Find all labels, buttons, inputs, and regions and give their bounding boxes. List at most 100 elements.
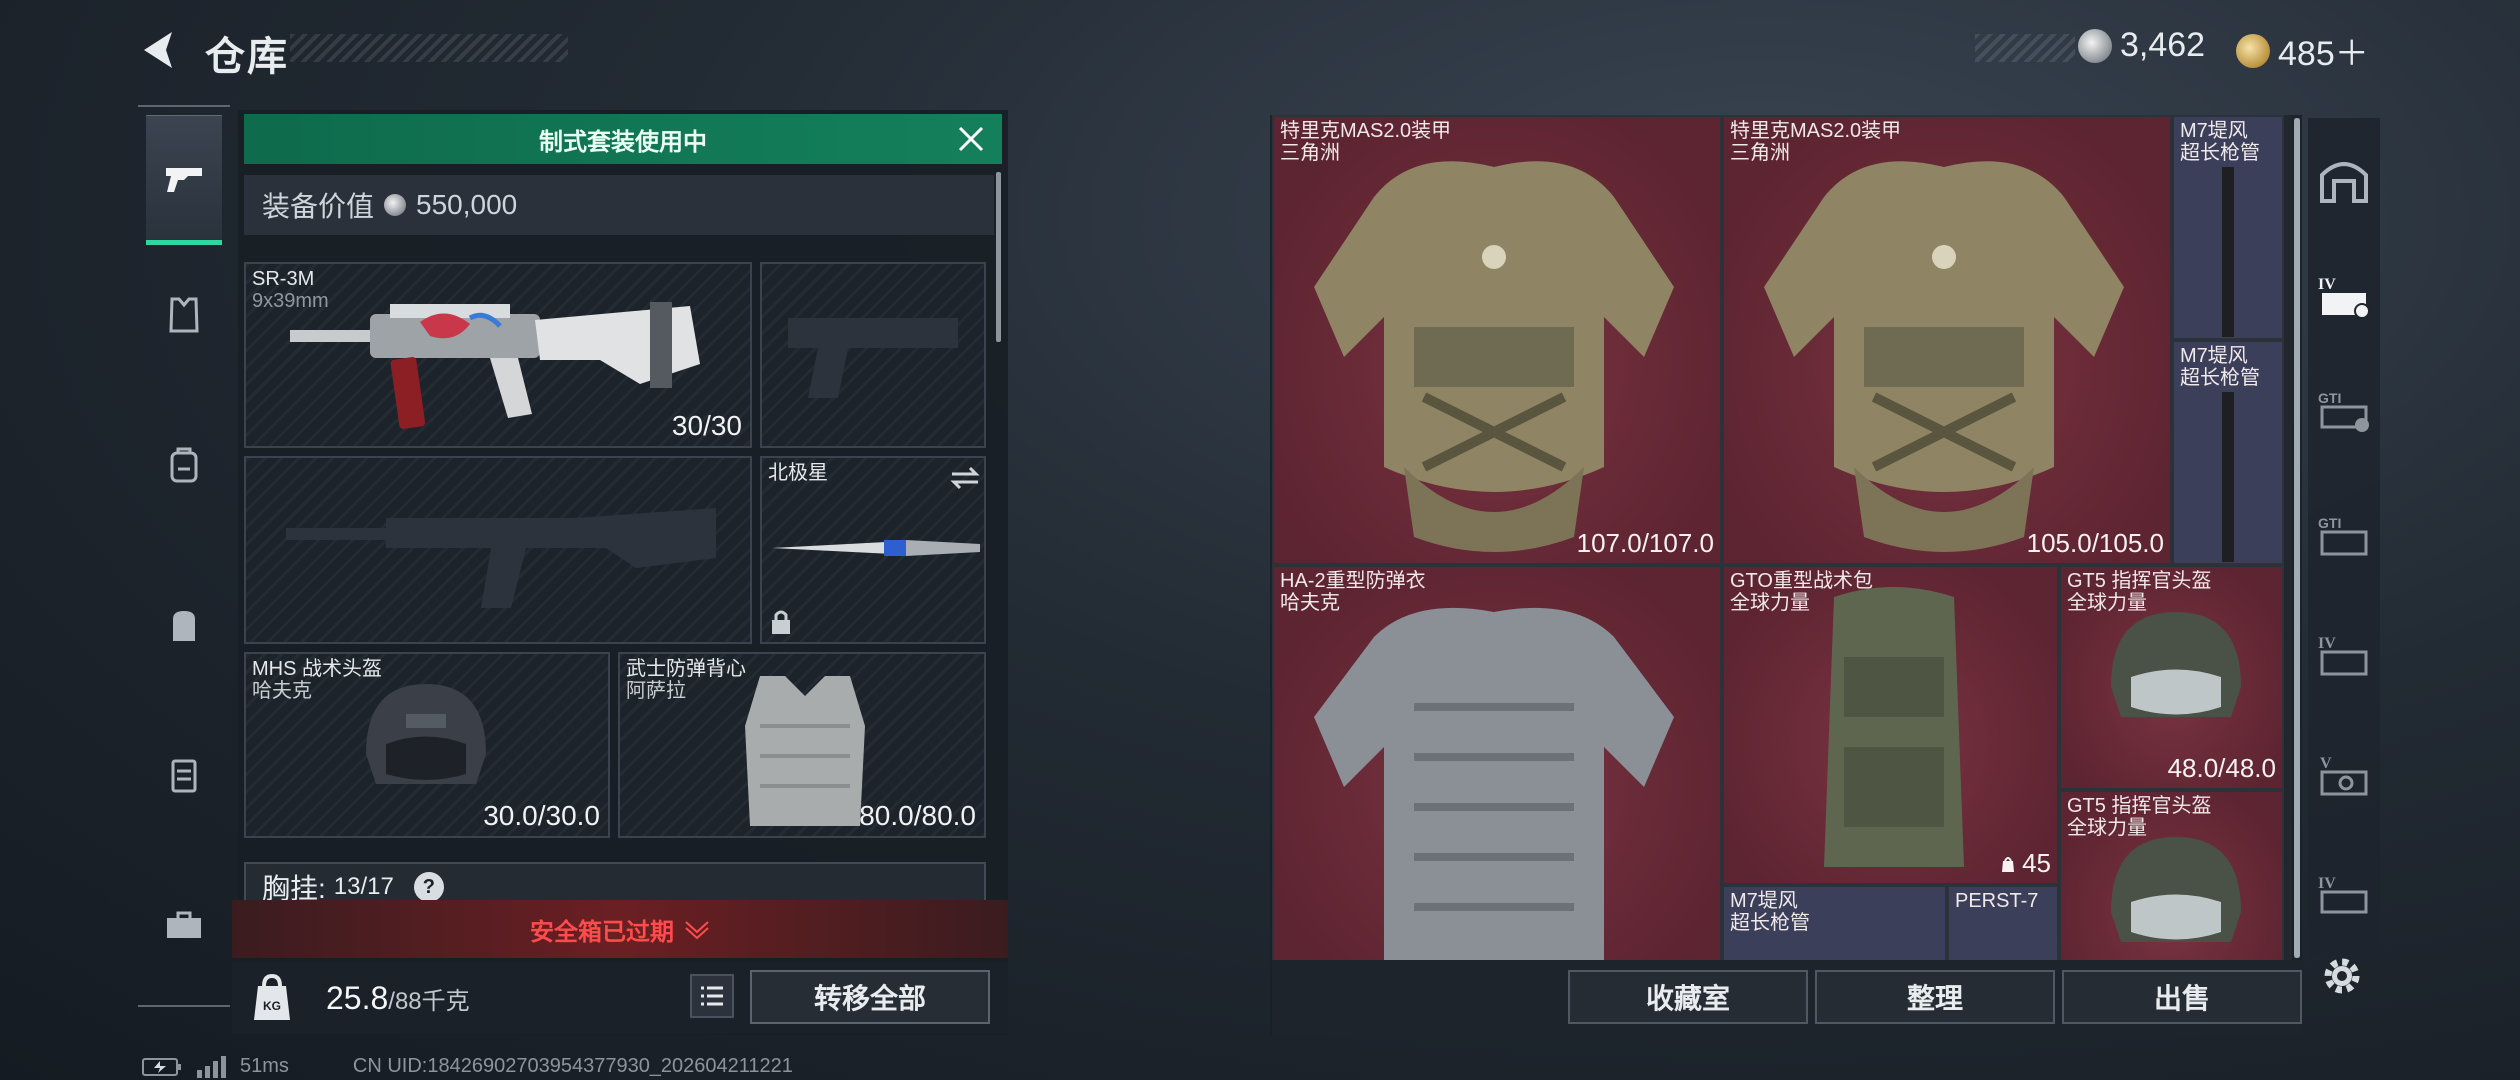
storage-item-barrel-3[interactable]: M7堤风 超长枪管 (1722, 885, 1947, 960)
svg-text:IV: IV (2318, 875, 2336, 892)
rail-tab-vest[interactable] (146, 250, 222, 380)
sell-button[interactable]: 出售 (2062, 970, 2302, 1024)
helmet-durability: 30.0/30.0 (483, 800, 600, 831)
list-view-button[interactable] (690, 974, 734, 1018)
storage-item-armor-1[interactable]: 特里克MAS2.0装甲 三角洲 107.0/107.0 (1272, 115, 1722, 565)
item-maker: 超长枪管 (2180, 142, 2260, 164)
rail-bottom-divider (138, 1005, 230, 1007)
storage-tab-gti[interactable]: GTI (2314, 380, 2374, 440)
silver-currency: 3,462 (2078, 26, 2205, 65)
loadout-scrollbar[interactable] (996, 172, 1001, 342)
item-maker: 超长枪管 (1730, 912, 1810, 934)
help-icon[interactable]: ? (413, 872, 444, 902)
rail-tab-toolbox[interactable] (146, 860, 222, 990)
gti-storage-2-icon: GTI (2318, 515, 2368, 556)
title-stripe-decoration (290, 34, 568, 62)
storage-tab-tier5[interactable]: V (2314, 745, 2374, 805)
backpack-rig-icon (170, 447, 198, 483)
storage-item-helmet-2[interactable]: GT5 指挥官头盔 全球力量 (2059, 790, 2284, 960)
rail-tab-weapons[interactable] (146, 115, 222, 245)
storage-tab-tier4-3[interactable]: IV (2314, 865, 2374, 925)
secondary-primary-slot[interactable] (244, 456, 752, 644)
equipment-value-row: 装备价值 550,000 (244, 175, 994, 235)
currency-stripe-decoration (1975, 34, 2075, 62)
storage-tab-tier4-2[interactable]: IV (2314, 625, 2374, 685)
armor-maker: 阿萨拉 (626, 680, 686, 702)
armor-slot[interactable]: 武士防弹背心 阿萨拉 80.0/80.0 (618, 652, 986, 838)
back-arrow-icon[interactable] (138, 28, 182, 72)
gold-amount: 485＋ (2278, 35, 2369, 73)
secondary-weapon-slot[interactable] (760, 262, 986, 448)
storage-grid: 特里克MAS2.0装甲 三角洲 107.0/107.0 特里克MAS2.0装甲 … (1272, 115, 2292, 960)
safe-box-expired-banner[interactable]: 安全箱已过期 (232, 900, 1008, 958)
barrel-image (2222, 392, 2234, 562)
backpack-image (1824, 587, 1964, 867)
item-count: 45 (2000, 848, 2051, 879)
preset-banner: 制式套装使用中 (244, 114, 1002, 164)
storage-tab-gti-2[interactable]: GTI (2314, 505, 2374, 565)
weight-bag-icon: KG (254, 973, 290, 1020)
sr3m-rifle-image (290, 302, 700, 429)
melee-slot[interactable]: 北极星 (760, 456, 986, 644)
svg-text:GTI: GTI (2318, 390, 2341, 406)
sort-button[interactable]: 整理 (1815, 970, 2055, 1024)
safe-box-text: 安全箱已过期 (530, 918, 674, 946)
equipment-value-label: 装备价值 (262, 191, 375, 222)
gear-icon[interactable] (2318, 952, 2366, 1000)
armor-name: 武士防弹背心 (626, 658, 746, 680)
storage-item-helmet-1[interactable]: GT5 指挥官头盔 全球力量 48.0/48.0 (2059, 565, 2284, 790)
silver-amount: 3,462 (2120, 26, 2206, 64)
svg-text:V: V (2320, 755, 2332, 772)
storage-item-barrel-1[interactable]: M7堤风 超长枪管 (2172, 115, 2284, 340)
item-name: M7堤风 (1730, 890, 1798, 912)
item-durability: 105.0/105.0 (2026, 528, 2164, 558)
primary-weapon-slot[interactable]: SR-3M 9x39mm 30/30 (244, 262, 752, 448)
rail-tab-backpack[interactable] (146, 560, 222, 690)
silver-coin-icon (2078, 28, 2112, 63)
rail-top-divider (138, 105, 230, 107)
knife-image (772, 540, 980, 556)
storage-tab-home[interactable] (2314, 150, 2374, 210)
helmet-slot[interactable]: MHS 战术头盔 哈夫克 30.0/30.0 (244, 652, 610, 838)
barrel-image (2222, 167, 2234, 337)
storage-tab-tier4[interactable]: IV (2314, 266, 2374, 326)
swap-icon[interactable] (950, 466, 980, 490)
tier-4-storage-3-icon: IV (2318, 875, 2368, 914)
storage-item-backpack[interactable]: GTO重型战术包 全球力量 45 (1722, 565, 2059, 885)
collection-room-button[interactable]: 收藏室 (1568, 970, 1808, 1024)
rail-tab-rig[interactable] (146, 400, 222, 530)
armor-image (1314, 161, 1674, 552)
item-name: PERST-7 (1955, 890, 2039, 912)
helmet-image (2111, 612, 2241, 717)
storage-item-heavy-armor[interactable]: HA-2重型防弹衣 哈夫克 (1272, 565, 1722, 960)
rifle-placeholder-icon (286, 508, 716, 608)
helmet-maker: 哈夫克 (252, 680, 312, 702)
item-maker: 全球力量 (1730, 592, 1810, 614)
storage-scrollbar[interactable] (2294, 118, 2300, 958)
toolbox-icon (167, 911, 201, 938)
backpack-icon (173, 611, 195, 641)
tier-4-storage-2-icon: IV (2318, 635, 2368, 676)
equipment-value: 550,000 (416, 189, 518, 220)
transfer-all-button[interactable]: 转移全部 (750, 970, 990, 1024)
svg-text:IV: IV (2318, 276, 2336, 293)
category-rail (138, 110, 232, 1010)
gold-coin-icon (2236, 33, 2270, 68)
signal-icon (197, 1055, 226, 1078)
gold-currency[interactable]: 485＋ (2236, 26, 2369, 75)
vest-image (745, 676, 865, 826)
rail-tab-case[interactable] (146, 710, 222, 840)
pistol-placeholder-icon (788, 318, 958, 398)
vest-icon (169, 297, 199, 333)
helmet-image (366, 684, 486, 784)
storage-item-perst7[interactable]: PERST-7 (1947, 885, 2059, 960)
close-icon[interactable] (956, 124, 986, 154)
storage-item-armor-2[interactable]: 特里克MAS2.0装甲 三角洲 105.0/105.0 (1722, 115, 2172, 565)
item-count-value: 45 (2022, 848, 2051, 878)
case-icon (171, 759, 197, 793)
storage-item-barrel-2[interactable]: M7堤风 超长枪管 (2172, 340, 2284, 565)
chevron-down-icon (685, 921, 709, 939)
svg-text:KG: KG (263, 999, 281, 1013)
tier-5-storage-icon: V (2320, 755, 2368, 796)
item-durability: 107.0/107.0 (1576, 528, 1714, 558)
